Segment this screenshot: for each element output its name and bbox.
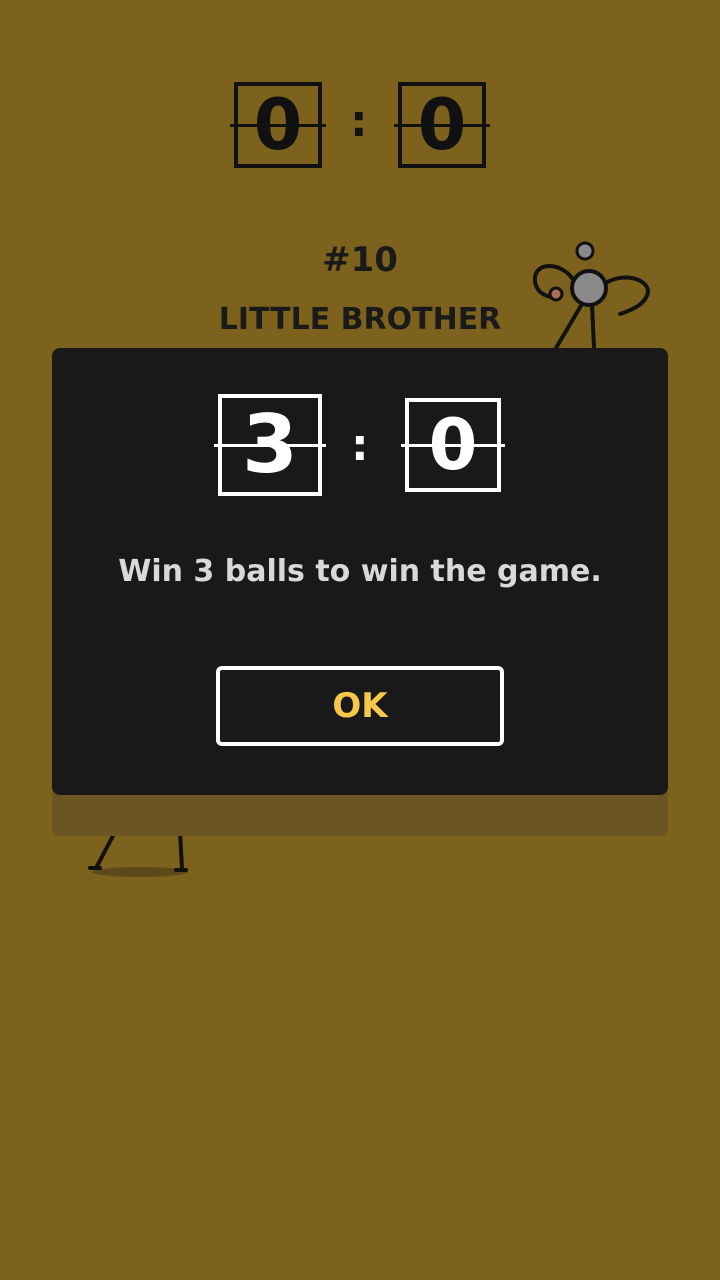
dialog-opponent-score-card: 0 [401,398,505,492]
game-screen: 0 : 0 #10 LITTLE BROTHER 3: 0 Win 3 bal… [0,0,720,1280]
rules-dialog: 3 : 0 Win 3 balls to win the game. OK [52,348,668,795]
dialog-score-separator: : [351,420,369,471]
ok-button[interactable]: OK [216,666,504,746]
dialog-player-score-card: 3 [214,394,326,496]
dialog-player-score: 3 [242,398,298,491]
opponent-score: 0 [417,84,467,166]
player-score: 0 [253,84,303,166]
dialog-opponent-score: 0 [428,404,478,486]
opponent-character [533,241,651,350]
dialog-message: Win 3 balls to win the game. [118,554,602,589]
